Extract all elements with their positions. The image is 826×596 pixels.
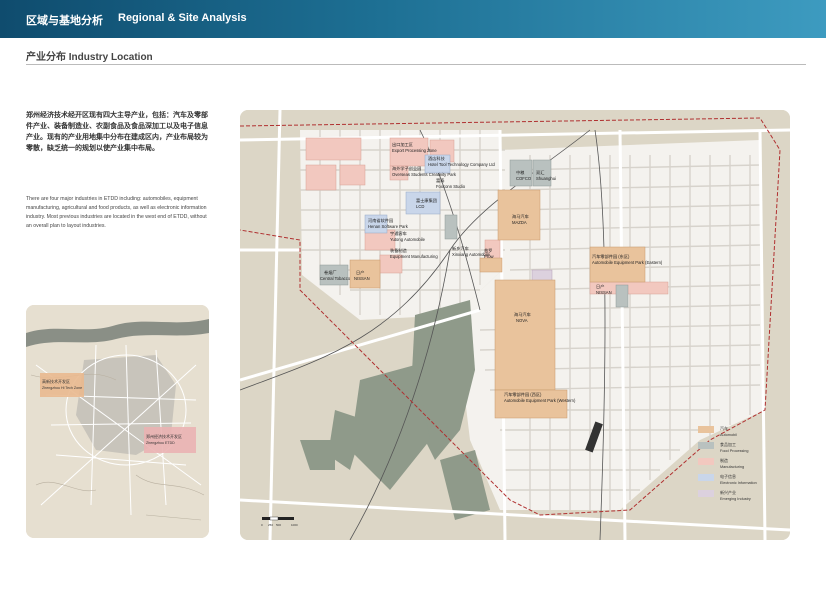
legend-label-manufacturing-cn: 制造 <box>720 457 728 463</box>
label-mazda-en: MAZDA <box>512 220 527 225</box>
label-auto-east-en: Automobile Equipment Park (Eastern) <box>592 260 663 265</box>
label-nissan-east-en: NISSAN <box>596 290 612 295</box>
etdd-label-cn: 郑州经济技术开发区 <box>146 433 182 439</box>
hightech-label-en: Zhengzhou Hi Tech Zone <box>42 386 82 390</box>
industry-map-canvas: 出口加工区 Export Processing Zone 海外学子创业园 Ove… <box>240 110 790 540</box>
label-hotel-en: Hotel Tool Technology Company Ltd <box>428 162 496 167</box>
location-minimap: 高新技术开发区 Zhengzhou Hi Tech Zone 郑州经济技术开发区… <box>26 305 209 538</box>
header-title-en: Regional & Site Analysis <box>118 12 247 24</box>
label-yutong-cn: 宇通客车 <box>390 230 407 237</box>
legend-label-emerging-cn: 新兴产业 <box>720 489 736 495</box>
legend-label-electronic-en: Electronic Information <box>720 481 757 485</box>
scale-label-1000: 1000 <box>291 523 298 527</box>
page-header: 区域与基地分析 Regional & Site Analysis <box>0 0 826 38</box>
label-auto-east-cn: 汽车零部件园 (东区) <box>592 253 630 260</box>
label-mazda-cn: 海马汽车 <box>512 213 529 220</box>
label-export-zone-cn: 出口加工区 <box>392 141 413 148</box>
intro-text-en: There are four major industries in ETDD … <box>26 196 207 229</box>
hightech-zone <box>40 373 84 397</box>
intro-text-cn: 郑州经济技术经开区现有四大主导产业，包括：汽车及零部件产业、装备制造业、农副食品… <box>26 112 208 152</box>
label-cofco-en: COFCO <box>516 176 532 181</box>
label-tobacco-cn: 卷烟厂 <box>324 269 337 276</box>
legend-label-auto-en: Automobil <box>720 433 737 437</box>
header-title-cn: 区域与基地分析 <box>26 15 103 27</box>
label-prow-en: Prow <box>484 254 495 259</box>
label-software-en: Henan Software Park <box>368 224 409 229</box>
label-overseas-cn: 海外学子创业园 <box>392 165 421 172</box>
label-cofco-cn: 中粮 <box>516 169 525 176</box>
label-xinxiang-cn: 新乡汽车 <box>452 245 469 252</box>
hightech-label-cn: 高新技术开发区 <box>42 378 70 384</box>
legend-swatch-food <box>698 442 714 449</box>
label-lcd-en: LCD <box>416 204 424 209</box>
legend-swatch-emerging <box>698 490 714 497</box>
label-nissan-west-en: NISSAN <box>354 276 370 281</box>
label-software-cn: 河南省软件园 <box>368 217 393 224</box>
legend-swatch-manufacturing <box>698 458 714 465</box>
label-lcd-cn: 富士康集团 <box>416 197 437 204</box>
label-overseas-en: Overseas Students Creativity Park <box>392 172 457 177</box>
label-shuanghui-cn: 双汇 <box>536 169 544 176</box>
legend-label-auto-cn: 汽车 <box>720 425 728 431</box>
legend-swatch-electronic <box>698 474 714 481</box>
etdd-zone <box>144 427 196 453</box>
etdd-label-en: Zhengzhou ETDD <box>146 441 175 445</box>
label-equipment-en: Equipment Manufacturing <box>390 254 438 259</box>
label-nissan-east-cn: 日产 <box>596 283 604 290</box>
label-tobacco-en: Central Tobacco <box>320 276 351 281</box>
legend-swatch-auto <box>698 426 714 433</box>
label-yutong-en: Yutong Automobile <box>390 237 426 242</box>
label-auto-west-en: Automobile Equipment Park (Western) <box>504 398 576 403</box>
label-nissan-west-cn: 日产 <box>356 269 364 276</box>
section-title: 产业分布 Industry Location <box>26 52 153 63</box>
industry-map: 出口加工区 Export Processing Zone 海外学子创业园 Ove… <box>240 110 790 540</box>
scale-label-500: 500 <box>276 523 281 527</box>
label-hotel-cn: 酒店科技 <box>428 155 446 162</box>
label-auto-west-cn: 汽车零部件园 (西区) <box>504 391 542 398</box>
label-foxconn-cn: 富泰 <box>436 177 445 184</box>
scale-label-250: 250 <box>268 523 273 527</box>
section-divider <box>26 64 806 65</box>
minimap-canvas: 高新技术开发区 Zhengzhou Hi Tech Zone 郑州经济技术开发区… <box>26 305 209 538</box>
legend-label-emerging-en: Emerging Industry <box>720 497 751 501</box>
label-shuanghui-en: Shuanghui <box>536 176 556 181</box>
label-foxconn-en: Foxconn Studio <box>436 184 466 189</box>
label-nova-en: NOVA <box>516 318 528 323</box>
label-prow-cn: 普罗 <box>484 247 492 254</box>
legend-label-food-cn: 食品加工 <box>720 441 736 447</box>
label-export-zone-en: Export Processing Zone <box>392 148 437 153</box>
label-nova-cn: 海马汽车 <box>514 311 531 318</box>
legend-label-manufacturing-en: Manufacturing <box>720 465 744 469</box>
legend-label-electronic-cn: 电子信息 <box>720 473 736 479</box>
label-equipment-cn: 装备制造 <box>390 247 408 254</box>
legend-label-food-en: Food Processing <box>720 449 749 453</box>
